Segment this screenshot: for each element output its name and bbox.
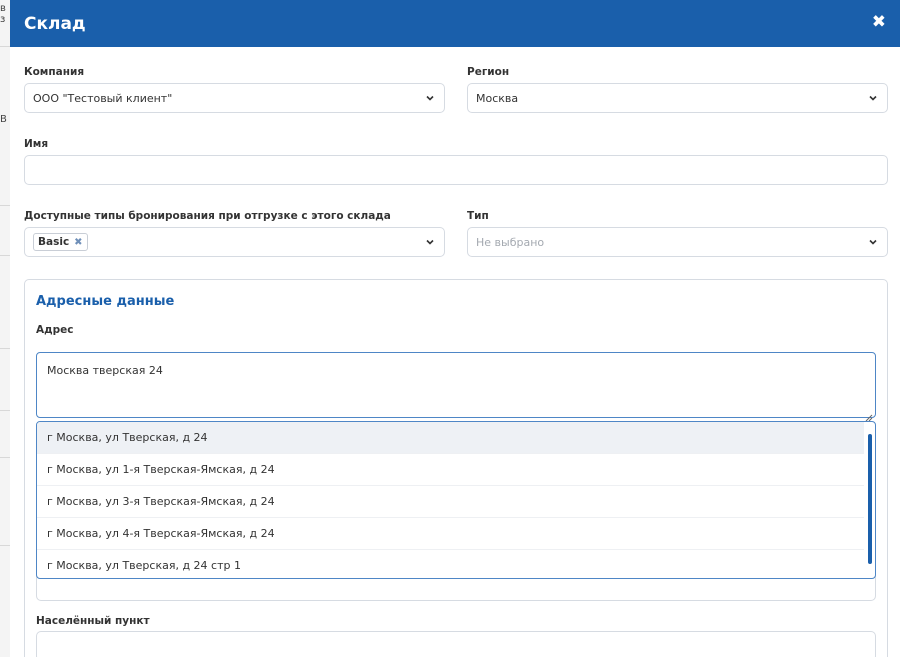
chevron-down-icon (426, 94, 434, 102)
address-suggestions: г Москва, ул Тверская, д 24 г Москва, ул… (36, 421, 876, 579)
suggestion-item[interactable]: г Москва, ул 4-я Тверская-Ямская, д 24 (37, 518, 864, 550)
modal-title: Склад (24, 13, 86, 34)
company-label: Компания (24, 66, 85, 78)
company-select[interactable]: ООО "Тестовый клиент" (24, 83, 445, 113)
chevron-down-icon (869, 238, 877, 246)
address-value: Москва тверская 24 (47, 364, 163, 377)
background-page: в з В (0, 0, 10, 657)
company-value: ООО "Тестовый клиент" (33, 92, 173, 105)
suggestion-item[interactable]: г Москва, ул Тверская, д 24 (37, 422, 864, 454)
suggestion-item[interactable]: г Москва, ул 1-я Тверская-Ямская, д 24 (37, 454, 864, 486)
close-icon[interactable]: ✖ (872, 12, 886, 32)
tag-label: Basic (38, 236, 70, 248)
remove-tag-icon[interactable]: ✖ (74, 237, 82, 248)
resize-handle-icon[interactable] (865, 407, 873, 422)
region-value: Москва (476, 92, 519, 105)
address-label: Адрес (36, 324, 74, 336)
booking-types-select[interactable]: Basic ✖ (24, 227, 445, 257)
locality-input[interactable] (36, 631, 876, 657)
section-title: Адресные данные (36, 294, 175, 309)
background-text: В (0, 114, 7, 125)
chevron-down-icon (869, 94, 877, 102)
suggestion-item[interactable]: г Москва, ул 3-я Тверская-Ямская, д 24 (37, 486, 864, 518)
type-label: Тип (467, 210, 489, 222)
locality-label: Населённый пункт (36, 615, 150, 627)
type-select[interactable]: Не выбрано (467, 227, 888, 257)
region-select[interactable]: Москва (467, 83, 888, 113)
background-text: в з (0, 3, 6, 25)
name-label: Имя (24, 138, 49, 150)
chevron-down-icon (426, 238, 434, 246)
suggestion-item[interactable]: г Москва, ул Тверская, д 24 стр 1 (37, 550, 864, 578)
region-label: Регион (467, 66, 510, 78)
warehouse-modal: Склад ✖ Компания ООО "Тестовый клиент" Р… (10, 0, 900, 657)
scrollbar[interactable] (868, 434, 872, 564)
tag-basic: Basic ✖ (33, 233, 88, 251)
address-textarea[interactable]: Москва тверская 24 (36, 352, 876, 422)
name-input[interactable] (24, 155, 888, 185)
type-placeholder: Не выбрано (476, 236, 545, 249)
booking-types-label: Доступные типы бронирования при отгрузке… (24, 210, 391, 222)
modal-header: Склад ✖ (10, 0, 900, 47)
